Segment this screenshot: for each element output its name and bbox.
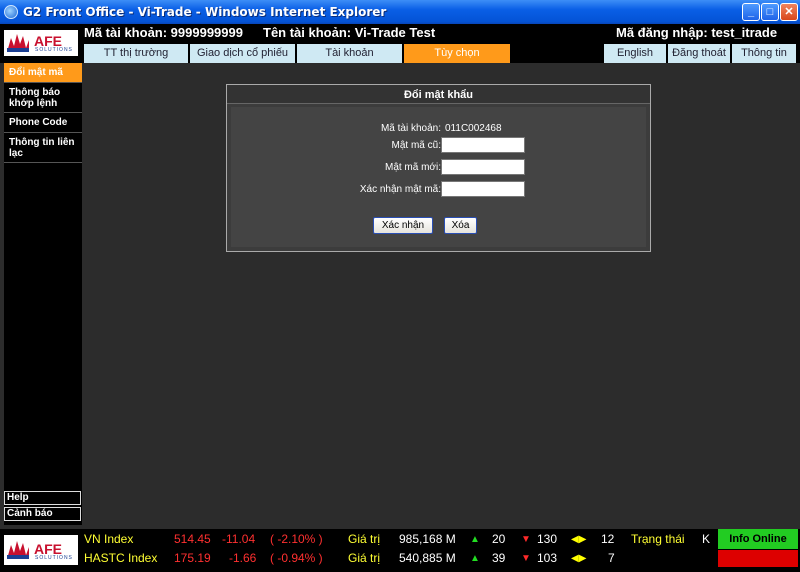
ticker-index-pct: ( -2.10% ) bbox=[270, 532, 323, 546]
sidebar-item-order-notify[interactable]: Thông báo khớp lệnh bbox=[4, 83, 82, 113]
flat-arrows-icon: ◀▶ bbox=[571, 553, 587, 564]
close-button[interactable]: ✕ bbox=[780, 3, 798, 21]
window-title: G2 Front Office - Vi-Trade - Windows Int… bbox=[23, 5, 387, 19]
afe-logo: AFE SOLUTIONS bbox=[4, 30, 78, 56]
clear-button[interactable]: Xóa bbox=[444, 217, 477, 234]
ticker-index-name: VN Index bbox=[84, 532, 134, 546]
down-arrow-icon: ▼ bbox=[521, 553, 531, 564]
ticker-status-label: Trạng thái bbox=[631, 532, 685, 546]
tab-english[interactable]: English bbox=[604, 44, 666, 63]
ticker-up-count: 20 bbox=[492, 532, 506, 546]
tab-stock-trading[interactable]: Giao dịch cổ phiếu bbox=[190, 44, 295, 63]
ticker-down-count: 103 bbox=[537, 551, 558, 565]
tab-logout[interactable]: Đăng thoát bbox=[668, 44, 730, 63]
ticker-index-name: HASTC Index bbox=[84, 551, 158, 565]
ticker-index-change: -1.66 bbox=[229, 551, 257, 565]
ticker-flat-count: 7 bbox=[608, 551, 615, 565]
maximize-button[interactable]: □ bbox=[761, 3, 779, 21]
ie-icon bbox=[4, 5, 18, 19]
account-value: 011C002468 bbox=[445, 123, 502, 134]
confirm-password-label: Xác nhận mật mã: bbox=[359, 184, 441, 195]
login-id: Mã đăng nhập: test_itrade bbox=[616, 25, 778, 40]
tab-options[interactable]: Tùy chọn bbox=[404, 44, 510, 63]
ticker-status-value: K bbox=[702, 532, 711, 546]
account-header: Mã tài khoản: 9999999999 Tên tài khoản: … bbox=[82, 24, 800, 44]
ticker-index-value: 175.19 bbox=[174, 551, 211, 565]
ticker-bar: AFE SOLUTIONS VN Index 514.45 -11.04 ( -… bbox=[0, 529, 800, 572]
ticker-index-change: -11.04 bbox=[222, 532, 256, 546]
ticker-value-label: Giá trị bbox=[348, 532, 381, 546]
account-label: Mã tài khoản: bbox=[380, 123, 441, 134]
ticker-index-pct: ( -0.94% ) bbox=[270, 551, 323, 565]
sidebar-nav: Đổi mật mã Thông báo khớp lệnh Phone Cod… bbox=[4, 63, 82, 163]
ticker-up-count: 39 bbox=[492, 551, 506, 565]
new-password-label: Mật mã mới: bbox=[384, 162, 441, 173]
confirm-button[interactable]: Xác nhận bbox=[373, 217, 433, 234]
up-arrow-icon: ▲ bbox=[470, 534, 480, 545]
sidebar-item-contact[interactable]: Thông tin liên lạc bbox=[4, 133, 82, 163]
account-name: Tên tài khoản: Vi-Trade Test bbox=[263, 25, 436, 40]
old-password-label: Mật mã cũ: bbox=[391, 140, 441, 151]
footer-logo-mark-icon bbox=[7, 541, 29, 559]
change-password-dialog: Đổi mật khẩu Mã tài khoản: 011C002468 Mậ… bbox=[226, 84, 651, 252]
connection-status-indicator bbox=[718, 550, 798, 567]
footer-logo: AFE SOLUTIONS bbox=[4, 535, 78, 565]
alert-link[interactable]: Cảnh báo bbox=[4, 507, 81, 521]
logo-sub: SOLUTIONS bbox=[35, 47, 73, 53]
tab-account[interactable]: Tài khoản bbox=[297, 44, 402, 63]
confirm-password-input[interactable] bbox=[441, 181, 525, 197]
ticker-index-value: 514.45 bbox=[174, 532, 211, 546]
ticker-pct-text: ( -2.10% ) bbox=[270, 532, 323, 546]
ticker-flat-count: 12 bbox=[601, 532, 615, 546]
dialog-body: Mã tài khoản: 011C002468 Mật mã cũ: Mật … bbox=[231, 107, 646, 247]
flat-arrows-icon: ◀▶ bbox=[571, 534, 587, 545]
minimize-button[interactable]: _ bbox=[742, 3, 760, 21]
ticker-pct-text: ( -0.94% ) bbox=[270, 551, 323, 565]
ticker-value-label: Giá trị bbox=[348, 551, 381, 565]
account-number: Mã tài khoản: 9999999999 bbox=[84, 25, 243, 40]
footer-logo-sub: SOLUTIONS bbox=[35, 555, 73, 561]
help-link[interactable]: Help bbox=[4, 491, 81, 505]
sidebar-item-phone-code[interactable]: Phone Code bbox=[4, 113, 82, 133]
tab-market[interactable]: TT thị trường bbox=[84, 44, 188, 63]
tab-info[interactable]: Thông tin bbox=[732, 44, 796, 63]
ticker-down-count: 130 bbox=[537, 532, 558, 546]
info-online-status: Info Online bbox=[718, 529, 798, 549]
ticker-amount: 985,168 M bbox=[399, 532, 456, 546]
down-arrow-icon: ▼ bbox=[521, 534, 531, 545]
new-password-input[interactable] bbox=[441, 159, 525, 175]
window-titlebar: G2 Front Office - Vi-Trade - Windows Int… bbox=[0, 0, 800, 24]
ticker-amount: 540,885 M bbox=[399, 551, 456, 565]
up-arrow-icon: ▲ bbox=[470, 553, 480, 564]
sidebar-item-change-password[interactable]: Đổi mật mã bbox=[4, 63, 82, 83]
logo-mark-icon bbox=[7, 34, 29, 52]
dialog-title: Đổi mật khẩu bbox=[227, 85, 650, 104]
main-tabs: TT thị trường Giao dịch cổ phiếu Tài kho… bbox=[82, 44, 800, 63]
old-password-input[interactable] bbox=[441, 137, 525, 153]
